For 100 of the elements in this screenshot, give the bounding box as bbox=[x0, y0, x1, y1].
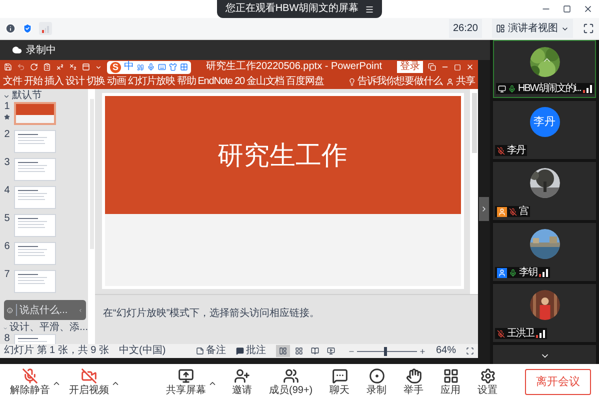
layout-icon bbox=[496, 24, 505, 33]
ribbon-tab[interactable]: 动画 bbox=[107, 76, 126, 86]
customize-icon[interactable] bbox=[95, 64, 102, 70]
window-title: 研究生工作20220506.pptx - PowerPoint bbox=[204, 62, 384, 72]
save-icon[interactable] bbox=[4, 63, 12, 71]
ribbon-tab[interactable]: 幻灯片放映 bbox=[128, 76, 175, 86]
fit-icon[interactable] bbox=[466, 347, 474, 355]
signal-button[interactable] bbox=[39, 22, 52, 35]
leave-button[interactable]: 离开会议 bbox=[525, 368, 591, 396]
shirt-icon[interactable] bbox=[169, 63, 177, 71]
toolbar-button[interactable]: 开启视频 bbox=[67, 368, 111, 396]
superscript-icon[interactable] bbox=[56, 63, 64, 71]
close-icon[interactable] bbox=[466, 63, 474, 71]
chat-field[interactable]: 说点什么... bbox=[4, 300, 86, 320]
close-icon[interactable] bbox=[583, 4, 593, 14]
comment-icon bbox=[236, 347, 244, 355]
section-label[interactable]: 设计、平滑、添... bbox=[10, 323, 88, 333]
ime-logo: S bbox=[110, 62, 121, 72]
caret-icon[interactable] bbox=[111, 379, 120, 388]
slide-count: 幻灯片 第 1 张，共 9 张 bbox=[4, 346, 110, 356]
participant-name: 李钥 bbox=[519, 267, 537, 278]
chat-input[interactable]: 说点什么... bbox=[19, 302, 76, 318]
collapse-button[interactable] bbox=[479, 197, 489, 221]
notes-button[interactable]: 备注 bbox=[196, 346, 226, 356]
slide-number: 7 bbox=[4, 270, 10, 280]
toolbar-button[interactable]: 设置 bbox=[476, 368, 500, 396]
toolbar-button[interactable]: 录制 bbox=[364, 368, 389, 396]
cloud-icon bbox=[12, 45, 22, 55]
fullscreen-icon[interactable] bbox=[583, 23, 594, 34]
comments-button[interactable]: 批注 bbox=[236, 346, 266, 356]
clipboard-icon[interactable] bbox=[43, 63, 51, 71]
ribbon-tab[interactable]: EndNote 20 bbox=[198, 76, 245, 86]
caret-icon[interactable] bbox=[208, 379, 217, 388]
zoom-level[interactable]: 64% bbox=[436, 346, 456, 356]
toolbar-button[interactable]: 邀请 bbox=[230, 368, 254, 396]
toolbar-button[interactable]: 聊天 bbox=[328, 368, 352, 396]
ribbon-tab[interactable]: 金山文档 bbox=[246, 76, 284, 86]
section-label[interactable]: 默认节 bbox=[12, 91, 42, 101]
notes-icon bbox=[196, 347, 204, 355]
slide-number: 1 bbox=[4, 102, 10, 112]
slide-title: 研究生工作 bbox=[218, 138, 348, 172]
ribbon-tab[interactable]: 设计 bbox=[65, 76, 84, 86]
panel-icon[interactable] bbox=[82, 63, 90, 71]
participant-name: 李丹 bbox=[507, 145, 525, 156]
zoom-in-icon[interactable] bbox=[418, 348, 426, 354]
toolbar-button[interactable]: 应用 bbox=[438, 368, 463, 396]
avatar: 李丹 bbox=[530, 107, 560, 137]
sign-in-button[interactable]: 登录 bbox=[397, 61, 423, 73]
ribbon-tab[interactable]: 帮助 bbox=[176, 76, 196, 86]
ribbon-tab[interactable]: 插入 bbox=[44, 76, 64, 86]
slide-thumbnail[interactable] bbox=[14, 186, 56, 209]
slide-thumbnail[interactable] bbox=[14, 158, 56, 181]
tell-me-field[interactable]: 告诉我你想要做什么 bbox=[358, 76, 442, 86]
slide-number: 4 bbox=[4, 186, 10, 196]
slide-thumbnail[interactable] bbox=[14, 130, 56, 153]
signal-icon bbox=[539, 268, 548, 276]
slider-thumb[interactable] bbox=[384, 346, 387, 356]
ribbon-tab[interactable]: 百度网盘 bbox=[286, 76, 324, 86]
slide-thumbnail[interactable] bbox=[14, 102, 56, 125]
ribbon-tab[interactable]: 开始 bbox=[24, 76, 43, 86]
sorter-view-icon bbox=[294, 347, 303, 355]
slide-thumbnail[interactable] bbox=[14, 270, 56, 293]
caret-icon[interactable] bbox=[52, 379, 61, 388]
input-mode[interactable]: 中 bbox=[124, 62, 134, 72]
menu-icon[interactable] bbox=[364, 4, 374, 14]
user-icon bbox=[446, 78, 454, 86]
slide-number: 3 bbox=[4, 158, 10, 168]
maximize-icon[interactable] bbox=[563, 5, 571, 13]
toolbar-button[interactable]: 解除静音 bbox=[8, 368, 52, 396]
slide-thumbnail[interactable] bbox=[14, 242, 56, 265]
toolbar-button[interactable]: 共享屏幕 bbox=[164, 368, 208, 396]
chevron-icon bbox=[480, 205, 488, 213]
slide-thumbnail[interactable] bbox=[14, 214, 56, 237]
participant-name: 王洪卫 bbox=[507, 328, 534, 339]
toolbar-button[interactable]: 举手 bbox=[402, 368, 426, 396]
slide-number: 6 bbox=[4, 242, 10, 252]
banner-text: 您正在观看HBW胡闹文的屏幕 bbox=[225, 4, 359, 14]
grid-icon[interactable] bbox=[180, 63, 188, 71]
view-button[interactable] bbox=[276, 345, 290, 357]
ribbon-tab[interactable]: 切换 bbox=[86, 76, 106, 86]
ribbon-display-icon[interactable] bbox=[428, 63, 436, 71]
language-status[interactable]: 中文(中国) bbox=[119, 346, 166, 356]
mic-icon[interactable] bbox=[147, 63, 155, 71]
participant-name: HBW胡闹文的i... bbox=[518, 83, 581, 94]
toolbar-button[interactable]: 成员(99+) bbox=[267, 368, 315, 396]
keyboard-icon[interactable] bbox=[158, 63, 166, 71]
slide-number: 5 bbox=[4, 214, 10, 224]
slideshow-view-icon bbox=[326, 347, 335, 355]
redo-icon[interactable] bbox=[30, 63, 38, 71]
subscript-icon[interactable] bbox=[69, 63, 77, 71]
ribbon-tab[interactable]: 文件 bbox=[3, 76, 22, 86]
punctuation-icon[interactable] bbox=[137, 64, 144, 70]
recording-label: 录制中 bbox=[26, 44, 56, 58]
notes-text: 在“幻灯片放映”模式下，选择箭头访问相应链接。 bbox=[103, 308, 320, 319]
info-icon[interactable] bbox=[5, 23, 16, 34]
shield-icon[interactable] bbox=[22, 23, 33, 34]
slide-number: 2 bbox=[4, 130, 10, 140]
share-button[interactable]: 共享 bbox=[456, 76, 475, 86]
collapse-icon[interactable] bbox=[3, 92, 10, 100]
view-dropdown[interactable]: 演讲者视图 bbox=[492, 19, 573, 38]
